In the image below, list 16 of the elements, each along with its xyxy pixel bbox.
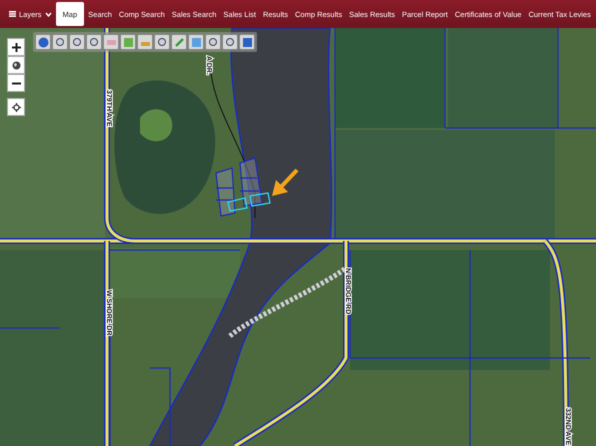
info-tool-button[interactable] [35, 34, 51, 50]
save-tool-button[interactable] [239, 34, 255, 50]
globe-button[interactable] [7, 56, 25, 74]
crosshair-icon [12, 102, 20, 112]
zoom-in-button[interactable] [7, 38, 25, 56]
caret-icon [44, 12, 52, 16]
pencil-icon [174, 36, 184, 48]
arrow-icon [272, 168, 298, 196]
parcel-line [0, 327, 60, 329]
info-icon [38, 36, 48, 48]
zoom-out-button[interactable] [7, 74, 25, 92]
locate-button[interactable] [7, 98, 25, 116]
parcel-lots [215, 157, 271, 217]
minus-icon [12, 82, 20, 84]
save-icon [242, 36, 252, 48]
plus-icon [12, 42, 20, 52]
